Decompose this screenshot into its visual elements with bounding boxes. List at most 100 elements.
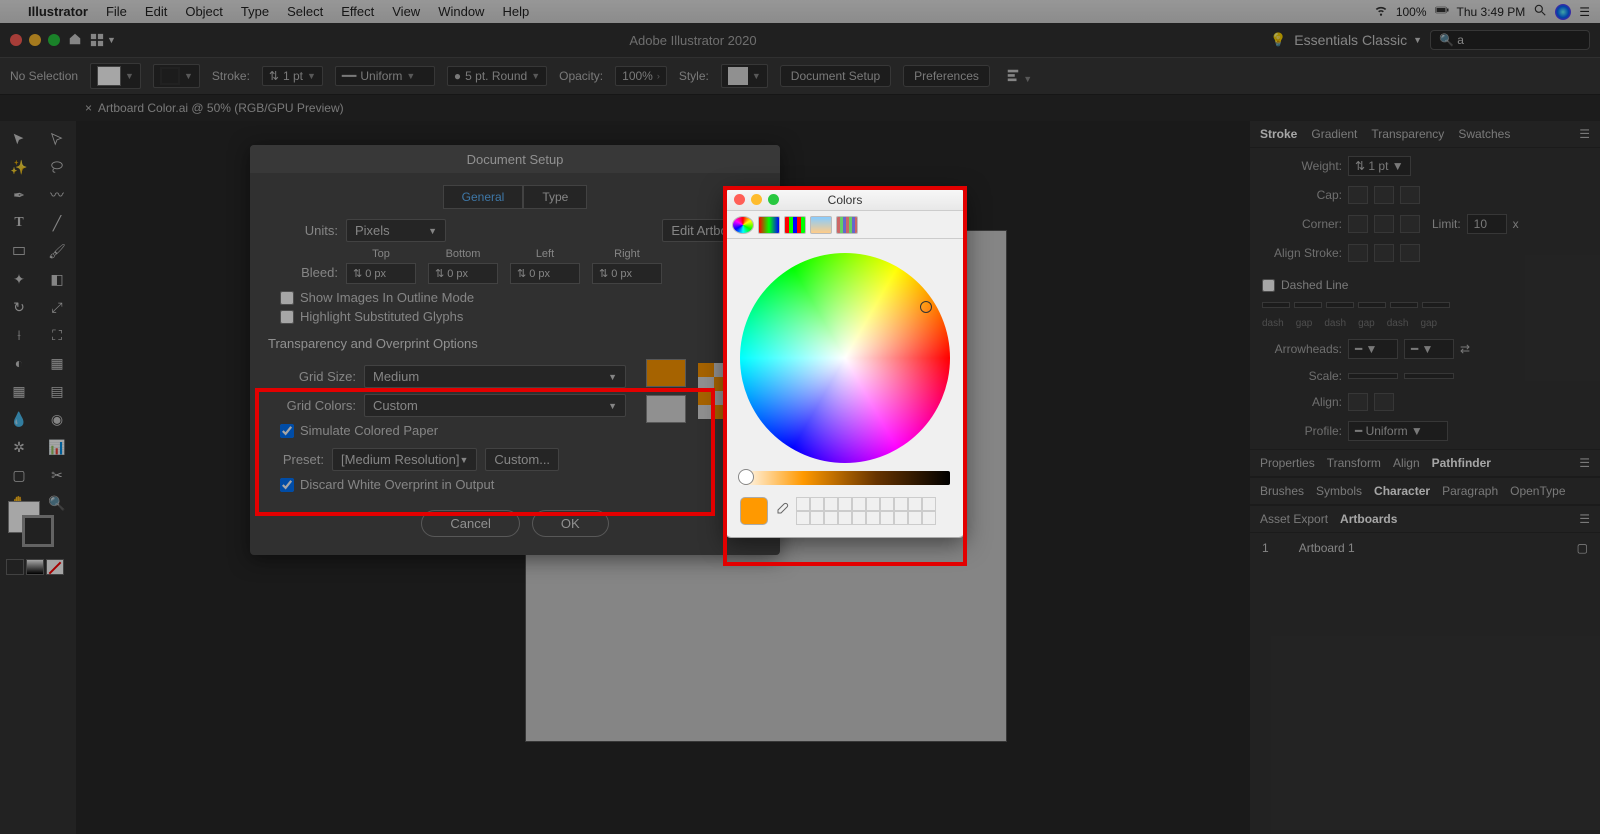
glyphs-checkbox[interactable]	[280, 310, 294, 324]
opacity-field[interactable]: 100% ›	[615, 66, 667, 86]
mesh-tool[interactable]: ▦	[0, 377, 38, 405]
preset-custom-button[interactable]: Custom...	[485, 448, 559, 471]
fill-stroke-indicator[interactable]	[8, 501, 54, 547]
tab-gradient[interactable]: Gradient	[1311, 127, 1357, 141]
arrow-align-1[interactable]	[1348, 393, 1368, 411]
tab-properties[interactable]: Properties	[1260, 456, 1315, 470]
home-icon[interactable]	[68, 32, 82, 49]
document-tab[interactable]: × Artboard Color.ai @ 50% (RGB/GPU Previ…	[85, 101, 344, 115]
lasso-tool[interactable]	[38, 153, 76, 181]
cancel-button[interactable]: Cancel	[421, 510, 519, 537]
menu-view[interactable]: View	[392, 4, 420, 19]
tab-transparency[interactable]: Transparency	[1371, 127, 1444, 141]
notifications-icon[interactable]: ☰	[1579, 5, 1590, 19]
color-mode-none[interactable]	[46, 559, 64, 575]
slider-knob[interactable]	[738, 469, 754, 485]
menu-help[interactable]: Help	[502, 4, 529, 19]
stroke-weight-field[interactable]: ⇅ 1 pt ▼	[262, 66, 323, 86]
gap-2[interactable]	[1358, 302, 1386, 308]
blend-tool[interactable]: ◉	[38, 405, 76, 433]
spotlight-icon[interactable]	[1533, 3, 1547, 20]
cp-zoom-icon[interactable]	[768, 194, 779, 205]
tab-symbols[interactable]: Symbols	[1316, 484, 1362, 498]
selection-tool[interactable]	[0, 125, 38, 153]
panel-menu-icon-3[interactable]: ☰	[1579, 512, 1590, 526]
grid-color-2-swatch[interactable]	[646, 395, 686, 423]
bleed-top-field[interactable]: ⇅ 0 px	[346, 263, 416, 284]
outline-checkbox[interactable]	[280, 291, 294, 305]
width-tool[interactable]: ⟊	[0, 321, 38, 349]
preferences-button[interactable]: Preferences	[903, 65, 990, 87]
color-mode-solid[interactable]	[6, 559, 24, 575]
window-controls[interactable]	[10, 34, 60, 46]
gradient-tool[interactable]: ▤	[38, 377, 76, 405]
ok-button[interactable]: OK	[532, 510, 609, 537]
type-tool[interactable]: T	[0, 209, 38, 237]
arrow-align-2[interactable]	[1374, 393, 1394, 411]
align-inside[interactable]	[1374, 244, 1394, 262]
close-tab-icon[interactable]: ×	[85, 101, 92, 115]
dash-1[interactable]	[1262, 302, 1290, 308]
menu-file[interactable]: File	[106, 4, 127, 19]
align-icon[interactable]: ▼	[1006, 68, 1032, 85]
shape-builder-tool[interactable]: ◐	[0, 349, 38, 377]
docsetup-tab-type[interactable]: Type	[523, 185, 587, 209]
cp-sliders-icon[interactable]	[758, 216, 780, 234]
direct-selection-tool[interactable]	[38, 125, 76, 153]
corner-miter[interactable]	[1348, 215, 1368, 233]
limit-field[interactable]: 10	[1467, 214, 1507, 234]
brush-field[interactable]: ● 5 pt. Round ▼	[447, 66, 547, 86]
minimize-icon[interactable]	[29, 34, 41, 46]
bleed-left-field[interactable]: ⇅ 0 px	[510, 263, 580, 284]
tab-artboards[interactable]: Artboards	[1340, 512, 1397, 526]
artboard-list-row[interactable]: 1 Artboard 1 ▢	[1250, 533, 1600, 563]
free-transform-tool[interactable]: ⛶	[38, 321, 76, 349]
line-tool[interactable]: ╱	[38, 209, 76, 237]
color-wheel[interactable]	[740, 253, 950, 463]
search-input[interactable]: 🔍 a	[1430, 30, 1590, 50]
color-mode-gradient[interactable]	[26, 559, 44, 575]
symbol-sprayer-tool[interactable]: ✲	[0, 433, 38, 461]
cap-projecting[interactable]	[1400, 186, 1420, 204]
panel-menu-icon[interactable]: ☰	[1579, 127, 1590, 141]
tab-character[interactable]: Character	[1374, 484, 1430, 498]
gap-1[interactable]	[1294, 302, 1322, 308]
tab-align[interactable]: Align	[1393, 456, 1420, 470]
gap-3[interactable]	[1422, 302, 1450, 308]
menu-select[interactable]: Select	[287, 4, 323, 19]
dash-2[interactable]	[1326, 302, 1354, 308]
wheel-marker[interactable]	[920, 301, 932, 313]
fill-swatch[interactable]: ▼	[90, 63, 141, 89]
weight-field[interactable]: ⇅ 1 pt ▼	[1348, 156, 1411, 176]
curvature-tool[interactable]: 〰	[38, 181, 76, 209]
brightness-slider[interactable]	[740, 471, 950, 485]
profile-field[interactable]: ━ Uniform ▼	[1348, 421, 1448, 441]
tab-stroke[interactable]: Stroke	[1260, 127, 1297, 141]
tab-swatches[interactable]: Swatches	[1458, 127, 1510, 141]
arrow-end[interactable]: ━ ▼	[1404, 339, 1454, 359]
tab-asset-export[interactable]: Asset Export	[1260, 512, 1328, 526]
arrange-docs-icon[interactable]: ▼	[90, 33, 116, 47]
wifi-icon[interactable]	[1374, 3, 1388, 20]
scale-start[interactable]	[1348, 373, 1398, 379]
cp-wheel-icon[interactable]	[732, 216, 754, 234]
cp-pencils-icon[interactable]	[836, 216, 858, 234]
search-hint-icon[interactable]: 💡	[1270, 32, 1286, 48]
simulate-checkbox[interactable]	[280, 424, 294, 438]
slice-tool[interactable]: ✂	[38, 461, 76, 489]
tab-paragraph[interactable]: Paragraph	[1442, 484, 1498, 498]
corner-bevel[interactable]	[1400, 215, 1420, 233]
cp-eyedropper-icon[interactable]	[774, 501, 790, 522]
stroke-swatch[interactable]: ▼	[153, 64, 200, 88]
units-select[interactable]: Pixels▼	[346, 219, 446, 242]
artboard-tool[interactable]: ▢	[0, 461, 38, 489]
eraser-tool[interactable]: ◧	[38, 265, 76, 293]
discard-checkbox[interactable]	[280, 478, 294, 492]
shaper-tool[interactable]: ✦	[0, 265, 38, 293]
document-setup-button[interactable]: Document Setup	[780, 65, 891, 87]
align-outside[interactable]	[1400, 244, 1420, 262]
menu-edit[interactable]: Edit	[145, 4, 167, 19]
rectangle-tool[interactable]	[0, 237, 38, 265]
siri-icon[interactable]	[1555, 4, 1571, 20]
pen-tool[interactable]: ✒	[0, 181, 38, 209]
